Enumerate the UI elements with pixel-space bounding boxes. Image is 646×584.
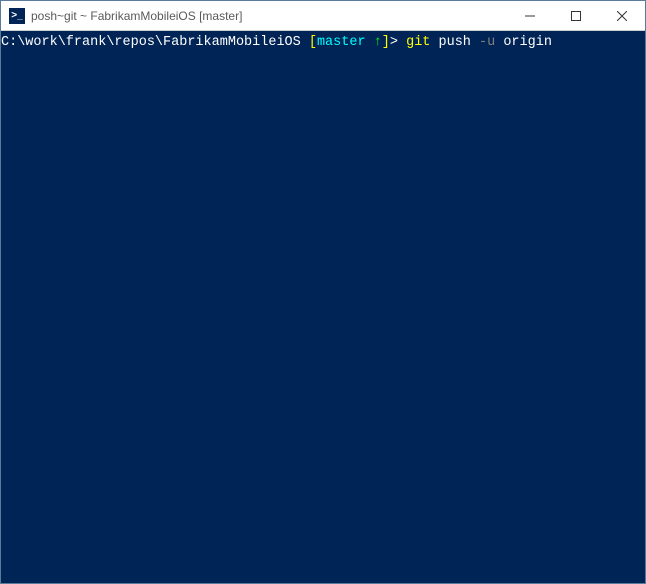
prompt-symbol: >: [390, 35, 406, 50]
powershell-window: >_ posh~git ~ FabrikamMobileiOS [master]: [0, 0, 646, 584]
window-controls: [507, 1, 645, 30]
window-title: posh~git ~ FabrikamMobileiOS [master]: [31, 9, 507, 23]
branch-bracket-open: [: [301, 35, 317, 50]
close-button[interactable]: [599, 1, 645, 30]
command-flag: -u: [479, 35, 495, 50]
command-git: git: [406, 35, 430, 50]
command-origin: origin: [495, 35, 552, 50]
prompt-line: C:\work\frank\repos\FabrikamMobileiOS [m…: [1, 35, 645, 51]
branch-name: master: [317, 35, 374, 50]
branch-ahead-icon: ↑: [374, 35, 382, 50]
maximize-icon: [571, 11, 581, 21]
title-bar[interactable]: >_ posh~git ~ FabrikamMobileiOS [master]: [1, 1, 645, 31]
minimize-icon: [525, 11, 535, 21]
terminal-area[interactable]: C:\work\frank\repos\FabrikamMobileiOS [m…: [1, 31, 645, 583]
powershell-icon: >_: [9, 8, 25, 24]
prompt-path: C:\work\frank\repos\FabrikamMobileiOS: [1, 35, 301, 50]
minimize-button[interactable]: [507, 1, 553, 30]
powershell-icon-glyph: >_: [11, 10, 22, 21]
maximize-button[interactable]: [553, 1, 599, 30]
command-push: push: [430, 35, 479, 50]
branch-bracket-close: ]: [382, 35, 390, 50]
close-icon: [617, 11, 627, 21]
